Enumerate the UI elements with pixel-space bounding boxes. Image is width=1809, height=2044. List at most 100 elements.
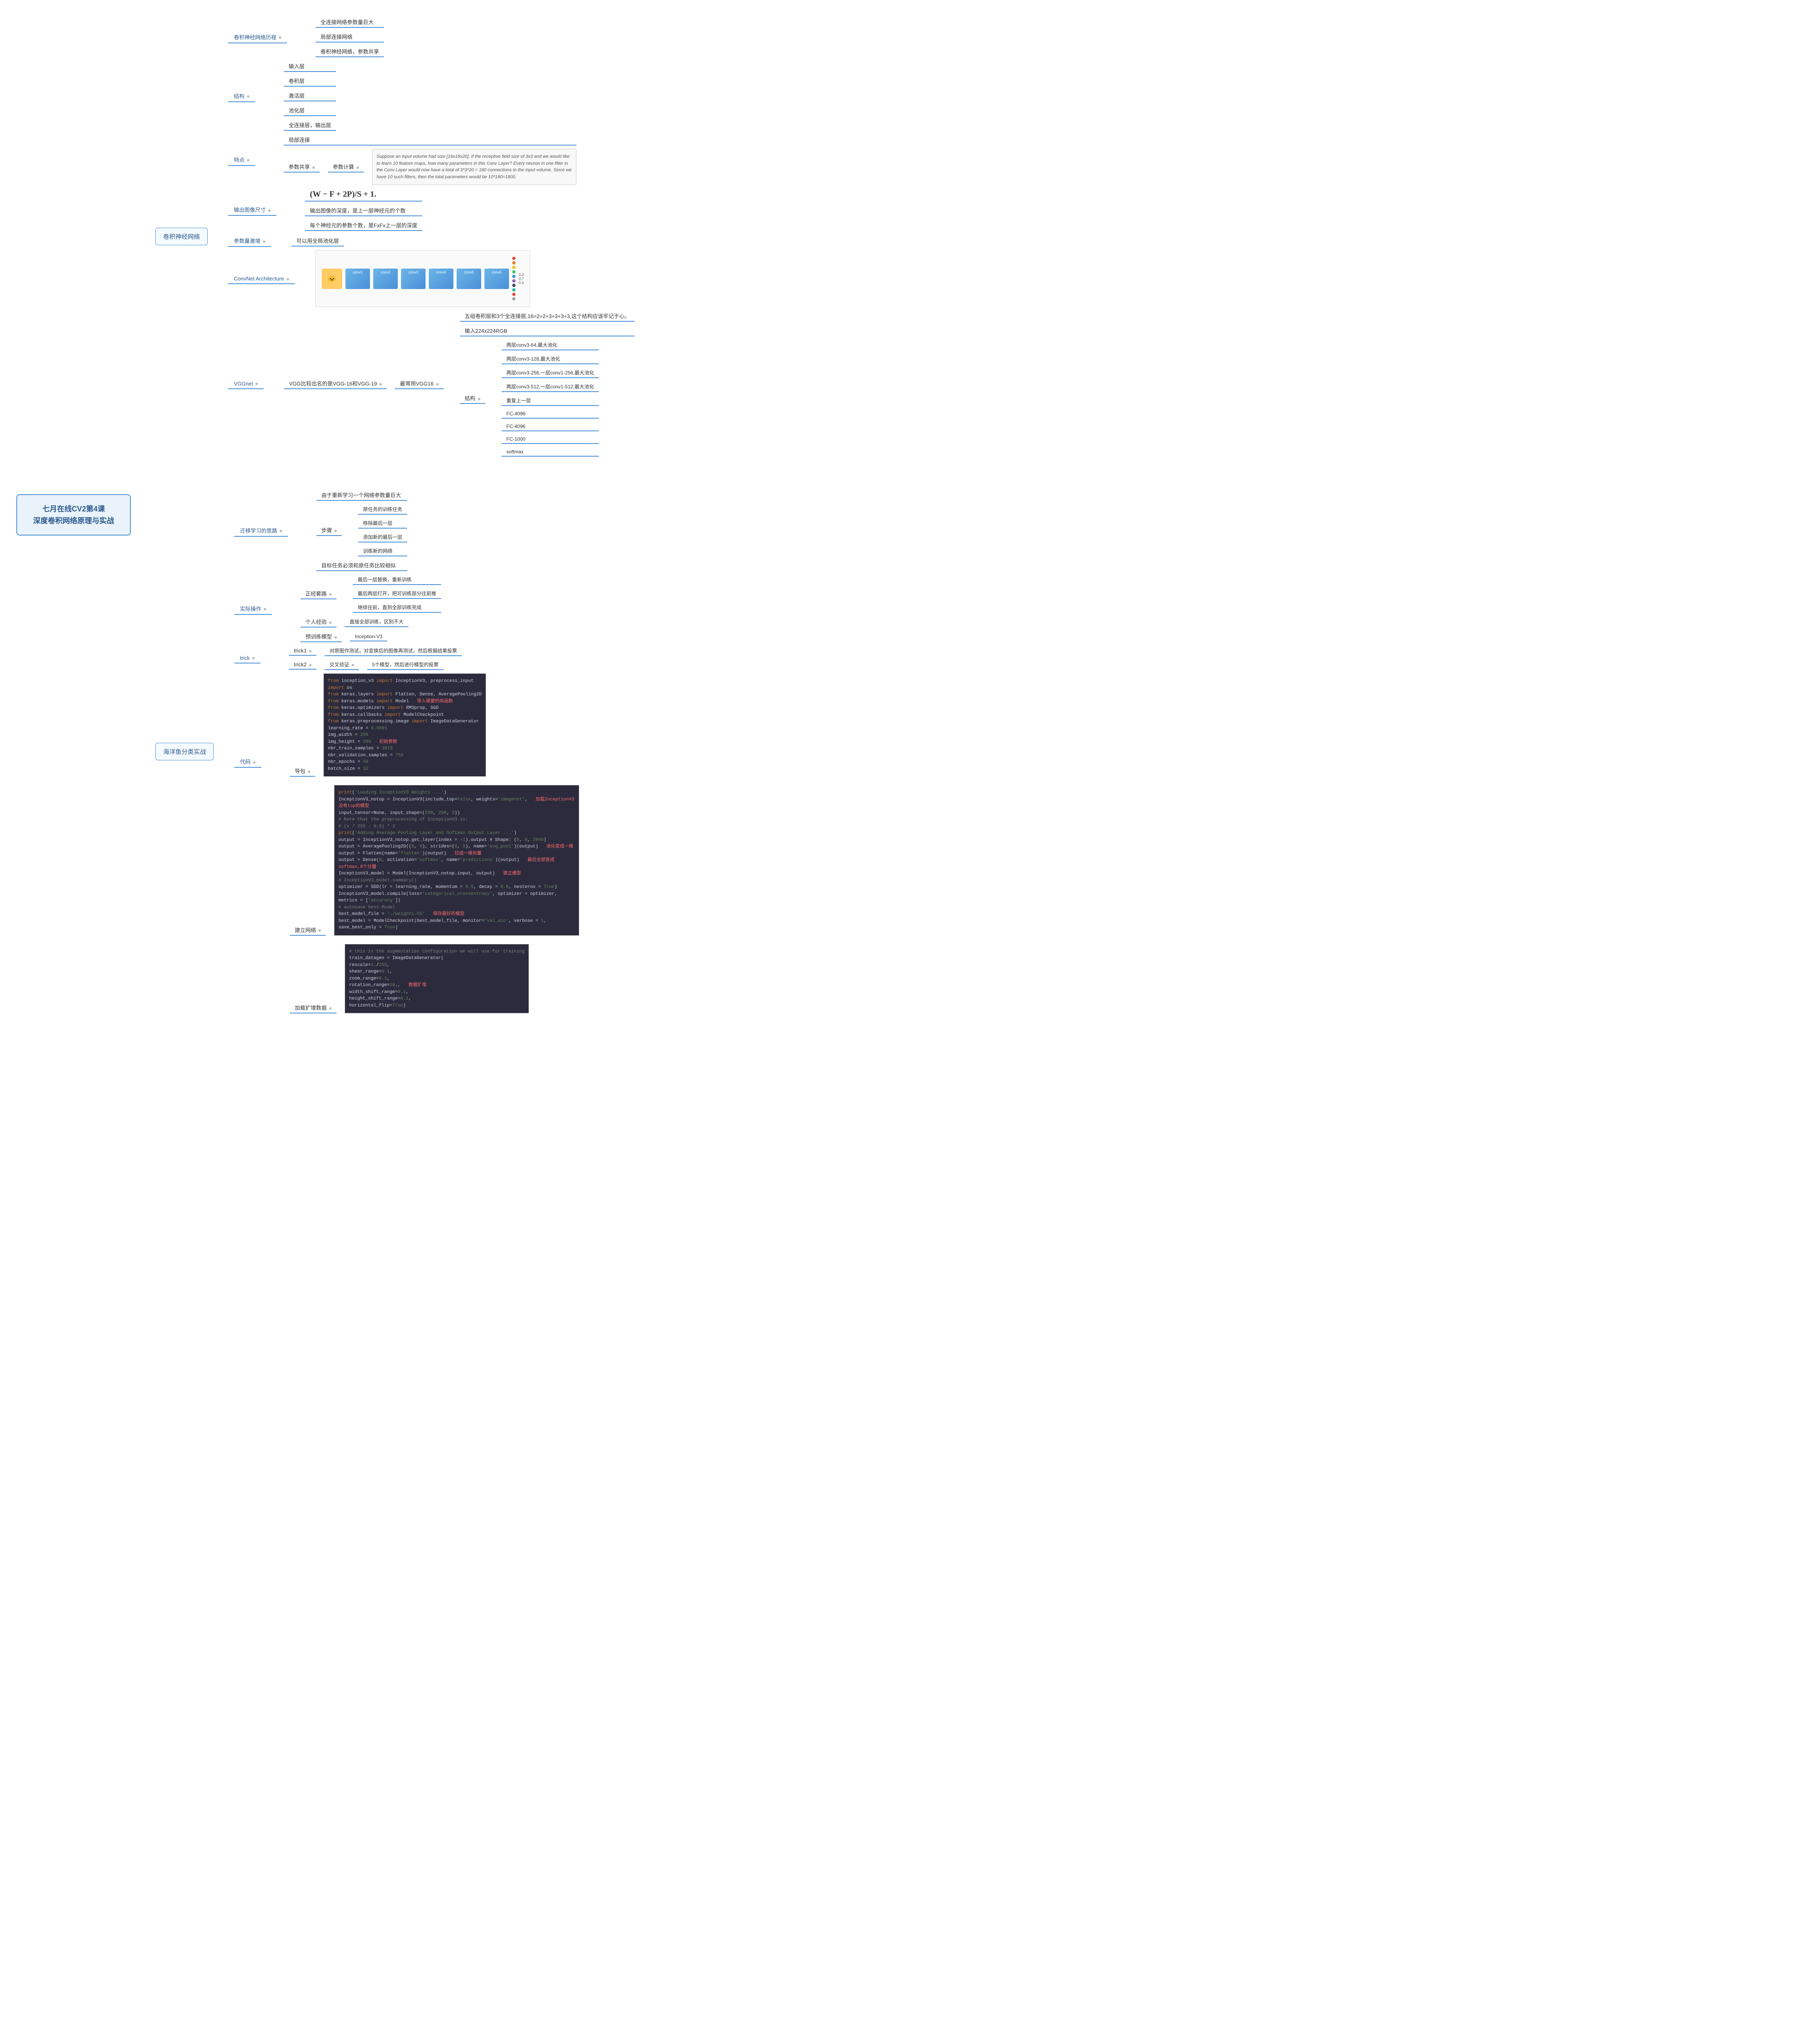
history-item[interactable]: 局部连接网络 — [316, 31, 384, 43]
expand-dot-icon[interactable] — [318, 929, 321, 932]
expand-dot-icon[interactable] — [309, 650, 312, 652]
vgg-layer[interactable]: 两层conv3-512,一层conv1-512,最大池化 — [502, 381, 599, 392]
vgg-layer[interactable]: softmax — [502, 447, 599, 457]
fish-title[interactable]: 海洋鱼分类实战 — [155, 743, 214, 760]
expand-dot-icon[interactable] — [436, 383, 439, 385]
vgg-layer[interactable]: 两层conv3-64,最大池化 — [502, 340, 599, 350]
import-code-block: from inception_v3 import InceptionV3, pr… — [323, 673, 486, 777]
transfer-constraint[interactable]: 目标任务必须和原任务比较相似 — [316, 560, 407, 571]
trick1-label[interactable]: trick1 — [289, 646, 316, 656]
cnn-vgg-label[interactable]: VGGnet — [228, 378, 264, 389]
pretrain-label[interactable]: 预训练模型 — [300, 631, 342, 642]
routine-item[interactable]: 最后两层打开，把可训练部分往前推 — [353, 588, 441, 599]
expand-dot-icon[interactable] — [478, 398, 480, 400]
expand-dot-icon[interactable] — [253, 761, 256, 764]
expand-dot-icon[interactable] — [247, 159, 249, 161]
feature-local[interactable]: 局部连接 — [284, 134, 576, 146]
step-item[interactable]: 添加新的最后一层 — [358, 532, 407, 542]
history-item[interactable]: 卷积神经网络，参数共享 — [316, 46, 384, 57]
pretrain-value[interactable]: Inception-V3 — [350, 632, 387, 641]
feature-share[interactable]: 参数共享 — [284, 161, 320, 173]
exp-label[interactable]: 个人经验 — [300, 616, 336, 628]
history-item[interactable]: 全连接网络参数量巨大 — [316, 16, 384, 28]
structure-item[interactable]: 输入层 — [284, 61, 336, 72]
transfer-steps-row: 步骤 原任务的训练任务 移除最后一层 添加新的最后一层 训练新的网络 — [316, 504, 407, 556]
cnn-features-label[interactable]: 特点 — [228, 153, 255, 166]
structure-item[interactable]: 全连接层，输出层 — [284, 119, 336, 131]
cnn-history-label[interactable]: 卷积神经网络历程 — [228, 31, 287, 43]
cnn-output-items: (W − F + 2P)/S + 1. 输出图像的深度，是上一层神经元的个数 每… — [305, 188, 422, 231]
vgg-layer[interactable]: 重复上一层 — [502, 395, 599, 406]
load-label[interactable]: 加载扩增数据 — [290, 1002, 336, 1013]
vgg-common[interactable]: 最常用VGG16 — [395, 378, 443, 389]
vgg-layer[interactable]: FC-4096 — [502, 422, 599, 431]
structure-item[interactable]: 卷积层 — [284, 75, 336, 87]
expand-dot-icon[interactable] — [256, 383, 258, 385]
trick2b[interactable]: 5个模型，然后进行模型的投票 — [367, 659, 444, 670]
cnn-structure-label[interactable]: 结构 — [228, 90, 255, 102]
trick2a[interactable]: 交叉验证 — [325, 659, 359, 670]
fish-transfer-label[interactable]: 迁移学习的思路 — [234, 524, 288, 537]
vgg-layer[interactable]: 两层conv3-256,一层conv1-256,最大池化 — [502, 368, 599, 378]
step-item[interactable]: 移除最后一层 — [358, 518, 407, 529]
expand-dot-icon[interactable] — [308, 771, 310, 773]
vgg-layer[interactable]: 两层conv3-128,最大池化 — [502, 354, 599, 364]
feature-calc-row: 参数计算 Suppose an input volume had size [1… — [328, 149, 576, 185]
expand-dot-icon[interactable] — [279, 36, 281, 39]
expand-dot-icon[interactable] — [309, 664, 312, 666]
exp-value[interactable]: 直接全部训练，区别不大 — [345, 616, 408, 627]
expand-dot-icon[interactable] — [268, 209, 271, 212]
vgg-layer[interactable]: FC-4096 — [502, 409, 599, 419]
trick2-label[interactable]: trick2 — [289, 660, 316, 670]
structure-item[interactable]: 池化层 — [284, 105, 336, 116]
expand-dot-icon[interactable] — [329, 621, 332, 624]
arch-output-dots — [512, 257, 516, 300]
expand-dot-icon[interactable] — [329, 1007, 332, 1010]
routine-item[interactable]: 继续往前，直到全部训练完成 — [353, 602, 441, 613]
transfer-steps-label[interactable]: 步骤 — [316, 524, 342, 536]
expand-dot-icon[interactable] — [263, 240, 265, 243]
expand-dot-icon[interactable] — [352, 664, 354, 666]
routine-label[interactable]: 正经套路 — [300, 588, 336, 599]
expand-dot-icon[interactable] — [247, 95, 249, 98]
vgg-struct-label[interactable]: 结构 — [460, 392, 485, 404]
fish-trick-label[interactable]: trick — [234, 652, 260, 663]
feature-calc[interactable]: 参数计算 — [328, 161, 364, 173]
vgg-desc[interactable]: VGG比较出名的是VGG-16和VGG-19 — [284, 378, 387, 389]
import-label[interactable]: 导包 — [290, 765, 315, 777]
expand-dot-icon[interactable] — [334, 530, 337, 532]
param-solution[interactable]: 可以用全局池化层 — [291, 235, 344, 247]
transfer-reason[interactable]: 由于重新学习一个网络参数量巨大 — [316, 489, 407, 501]
expand-dot-icon[interactable] — [280, 530, 282, 532]
vgg-summary[interactable]: 五组卷积层和3个全连接层,16=2+2+3+3+3+3,这个结构应该牢记于心。 — [460, 310, 635, 322]
cnn-arch-label[interactable]: ConvNet Architecture — [228, 273, 295, 284]
expand-dot-icon[interactable] — [252, 657, 255, 659]
step-item[interactable]: 训练新的网络 — [358, 546, 407, 556]
branch-cnn: 卷积神经网络 卷积神经网络历程 全连接网络参数量巨大 局部连接网络 卷积神经网络… — [155, 16, 634, 457]
fish-code-label[interactable]: 代码 — [234, 755, 261, 768]
expand-dot-icon[interactable] — [312, 166, 315, 169]
cnn-param-label[interactable]: 参数量激增 — [228, 234, 271, 247]
structure-item[interactable]: 激活层 — [284, 90, 336, 101]
build-label[interactable]: 建立网络 — [290, 924, 326, 936]
expand-dot-icon[interactable] — [329, 593, 332, 596]
arch-conv-box: conv2 — [373, 269, 398, 289]
expand-dot-icon[interactable] — [334, 636, 337, 639]
trick1-value[interactable]: 对原图作测试，对变换后的图像再测试，然后根据结果投票 — [325, 645, 462, 656]
expand-dot-icon[interactable] — [379, 383, 382, 385]
calc-note-block: Suppose an input volume had size [16x16x… — [372, 149, 576, 185]
expand-dot-icon[interactable] — [356, 166, 359, 169]
expand-dot-icon[interactable] — [264, 608, 266, 610]
cnn-title[interactable]: 卷积神经网络 — [155, 228, 208, 245]
routine-item[interactable]: 最后一层替换，重新训练 — [353, 574, 441, 585]
output-depth[interactable]: 输出图像的深度，是上一层神经元的个数 — [305, 205, 422, 216]
step-item[interactable]: 原任务的训练任务 — [358, 504, 407, 515]
output-params[interactable]: 每个神经元的参数个数，是FxFx上一层的深度 — [305, 220, 422, 231]
trick2-sub-row: 交叉验证 5个模型，然后进行模型的投票 — [325, 659, 444, 670]
cnn-output-label[interactable]: 输出图像尺寸 — [228, 203, 276, 216]
fish-practice-label[interactable]: 实际操作 — [234, 602, 272, 615]
expand-dot-icon[interactable] — [287, 278, 289, 280]
vgg-input[interactable]: 输入224x224RGB — [460, 325, 635, 336]
vgg-layer[interactable]: FC-1000 — [502, 435, 599, 444]
root-node[interactable]: 七月在线CV2第4课 深度卷积网络原理与实战 — [16, 494, 131, 536]
